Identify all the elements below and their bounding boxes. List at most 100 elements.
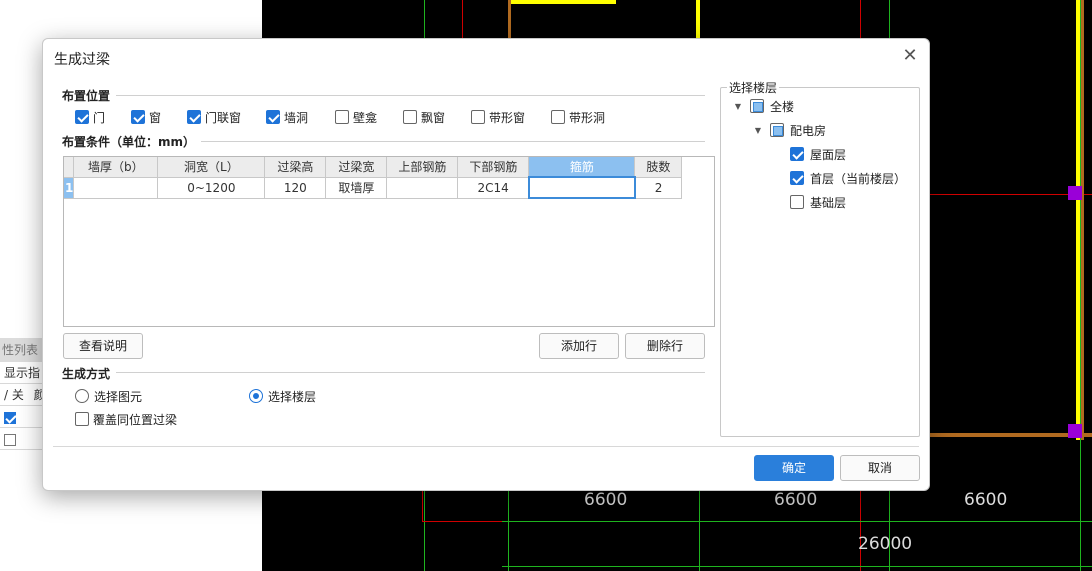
expand-arrow-icon[interactable]: ▼ (732, 102, 744, 111)
properties-row-toggle: / 关 颜 (0, 384, 42, 406)
checkbox-unchecked-icon (471, 110, 485, 124)
cad-red-line (462, 0, 463, 40)
column-header[interactable]: 洞宽（L） (157, 157, 266, 178)
properties-row-checkbox (0, 428, 42, 450)
conditions-table[interactable]: 墙厚（b） 洞宽（L） 过梁高 过梁宽 上部钢筋 下部钢筋 箍筋 肢数 1 0~… (63, 156, 715, 327)
properties-panel-header: 性列表 (0, 338, 42, 362)
column-header[interactable]: 过梁宽 (325, 157, 388, 178)
radio-label: 选择图元 (94, 389, 143, 404)
checkbox-checked-icon (266, 110, 280, 124)
placement-option-label: 门联窗 (205, 110, 242, 125)
tree-item-label: 首层（当前楼层） (810, 171, 907, 186)
cad-node-marker[interactable] (1068, 424, 1082, 438)
checkbox-unchecked-icon (403, 110, 417, 124)
table-cell[interactable]: 120 (264, 177, 327, 199)
placement-option-strip-opening[interactable]: 带形洞 (551, 108, 605, 126)
cad-yellow-bar (510, 0, 616, 4)
checkbox-checked-icon (75, 110, 89, 124)
checkbox-partial-icon (750, 99, 764, 113)
cad-dimension-text: 26000 (858, 534, 913, 554)
tree-item-label: 基础层 (810, 195, 847, 210)
cad-dimension-text: 6600 (584, 490, 628, 510)
close-icon[interactable]: ✕ (901, 47, 919, 65)
dialog-title: 生成过梁 (54, 52, 110, 68)
properties-row-color-label: 颜 (34, 388, 42, 402)
tree-item-whole-building[interactable]: ▼ 全楼 (732, 96, 794, 116)
cad-brown-line (508, 0, 511, 40)
checkbox-unchecked-icon (551, 110, 565, 124)
placement-divider (63, 95, 705, 96)
radio-select-element[interactable]: 选择图元 (75, 387, 142, 405)
cad-red-line (422, 490, 423, 522)
column-header[interactable]: 肢数 (634, 157, 683, 178)
checkbox-unchecked-icon (335, 110, 349, 124)
placement-option-label: 壁龛 (353, 110, 378, 125)
placement-option-label: 墙洞 (284, 110, 309, 125)
column-header[interactable]: 上部钢筋 (386, 157, 459, 178)
expand-arrow-icon[interactable]: ▼ (752, 126, 764, 135)
floor-selection-label: 选择楼层 (727, 79, 780, 96)
placement-option-window[interactable]: 窗 (131, 108, 161, 126)
generate-lintel-dialog: 生成过梁 ✕ 布置位置 门 窗 门联窗 墙洞 壁龛 飘窗 带形窗 带形洞 布置条… (42, 38, 930, 491)
placement-option-door-window[interactable]: 门联窗 (187, 108, 241, 126)
properties-panel: 性列表 显示指 / 关 颜 (0, 338, 42, 458)
overwrite-label: 覆盖同位置过梁 (93, 412, 178, 427)
column-header[interactable]: 下部钢筋 (457, 157, 530, 178)
properties-row-display: 显示指 (0, 362, 42, 384)
add-row-button[interactable]: 添加行 (539, 333, 619, 359)
cad-dimension-line (502, 521, 1092, 522)
table-row[interactable]: 1 0~1200 120 取墙厚 2C14 2 (64, 176, 683, 199)
placement-option-niche[interactable]: 壁龛 (335, 108, 377, 126)
table-cell-editing[interactable] (527, 176, 636, 199)
placement-option-label: 门 (93, 110, 106, 125)
column-header[interactable]: 墙厚（b） (73, 157, 159, 178)
cad-node-marker[interactable] (1068, 186, 1082, 200)
ok-button[interactable]: 确定 (754, 455, 834, 481)
column-header[interactable]: 过梁高 (264, 157, 327, 178)
generation-section-label: 生成方式 (62, 365, 117, 382)
table-cell[interactable] (73, 177, 159, 199)
checkbox-partial-icon (770, 123, 784, 137)
column-header-active[interactable]: 箍筋 (528, 157, 636, 178)
cad-yellow-beam (1076, 0, 1080, 440)
tree-item-label: 全楼 (770, 99, 795, 114)
view-notes-button[interactable]: 查看说明 (63, 333, 143, 359)
placement-section-label: 布置位置 (62, 87, 117, 104)
generation-divider (63, 372, 705, 373)
table-cell[interactable]: 取墙厚 (325, 177, 388, 199)
row-number[interactable]: 1 (64, 177, 75, 199)
table-cell[interactable]: 0~1200 (157, 177, 266, 199)
radio-select-floor[interactable]: 选择楼层 (249, 387, 316, 405)
tree-item-roof-floor[interactable]: 屋面层 (790, 144, 846, 164)
cancel-button[interactable]: 取消 (840, 455, 920, 481)
tree-item-label: 配电房 (790, 123, 827, 138)
overwrite-same-position-checkbox[interactable]: 覆盖同位置过梁 (75, 410, 177, 428)
table-header-row: 墙厚（b） 洞宽（L） 过梁高 过梁宽 上部钢筋 下部钢筋 箍筋 肢数 (64, 157, 683, 178)
properties-row-checkbox (0, 406, 42, 428)
tree-item-foundation-floor[interactable]: 基础层 (790, 192, 846, 212)
cad-dimension-text: 6600 (964, 490, 1008, 510)
placement-option-label: 带形窗 (489, 110, 526, 125)
placement-option-label: 带形洞 (569, 110, 606, 125)
radio-unselected-icon (75, 389, 89, 403)
conditions-section-label: 布置条件（单位：mm） (62, 133, 202, 150)
cad-dimension-line (502, 566, 1092, 567)
table-cell[interactable]: 2 (634, 177, 683, 199)
table-cell[interactable] (386, 177, 459, 199)
placement-option-wall-opening[interactable]: 墙洞 (266, 108, 308, 126)
checkbox-checked-icon (790, 171, 804, 185)
placement-option-door[interactable]: 门 (75, 108, 105, 126)
placement-option-bay-window[interactable]: 飘窗 (403, 108, 445, 126)
properties-checkbox-unchecked[interactable] (4, 433, 16, 446)
placement-option-strip-window[interactable]: 带形窗 (471, 108, 525, 126)
tree-item-building[interactable]: ▼ 配电房 (752, 120, 826, 140)
properties-checkbox-checked[interactable] (4, 411, 16, 424)
checkbox-checked-icon (187, 110, 201, 124)
checkbox-unchecked-icon (75, 412, 89, 426)
cad-yellow-beam (696, 0, 700, 40)
cad-red-line (422, 521, 512, 522)
table-cell[interactable]: 2C14 (457, 177, 530, 199)
delete-row-button[interactable]: 删除行 (625, 333, 705, 359)
radio-selected-icon (249, 389, 263, 403)
tree-item-first-floor[interactable]: 首层（当前楼层） (790, 168, 906, 188)
